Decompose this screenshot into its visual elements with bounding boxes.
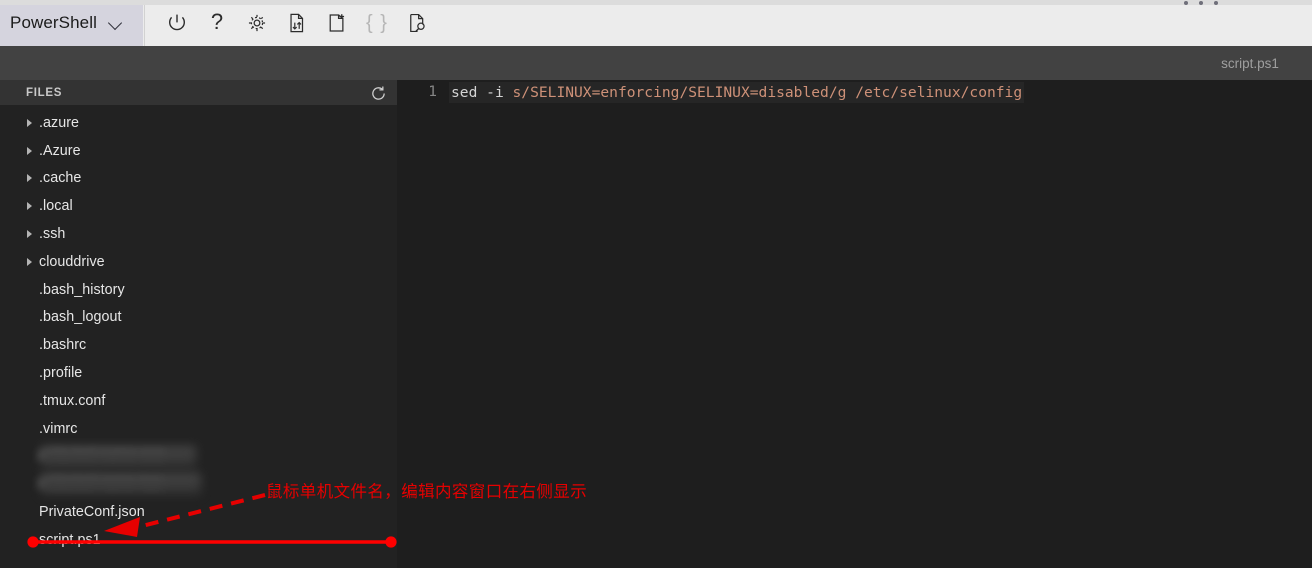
shell-editor-window: PowerShell ? {} script.ps1 FILES .azure… — [0, 0, 1312, 568]
line-number: 1 — [428, 84, 437, 100]
file-tree-item-label: .azure — [39, 114, 80, 131]
tab-label: script.ps1 — [1221, 55, 1279, 71]
braces-icon-glyph: { } — [366, 12, 388, 34]
toolbar-button-group: ? {} — [145, 0, 437, 46]
file-tree-item-label: .Azure — [39, 142, 81, 159]
chevron-right-icon[interactable] — [24, 144, 37, 157]
dot — [1184, 0, 1188, 5]
file-tree-item-label: .cache — [39, 170, 82, 187]
more-options-icon[interactable] — [1184, 0, 1218, 7]
chevron-right-icon[interactable] — [24, 116, 37, 129]
file-tree-item-label: PrivateConf.json — [39, 504, 145, 521]
help-icon[interactable]: ? — [197, 3, 237, 43]
power-icon[interactable] — [157, 3, 197, 43]
file-preview-icon[interactable] — [397, 3, 437, 43]
file-tree-item[interactable]: .Azure — [0, 137, 397, 165]
file-tree-item-label: .bash_history — [39, 281, 125, 298]
code-line: 1 sed -i s/SELINUX=enforcing/SELINUX=dis… — [397, 80, 1312, 105]
chevron-right-icon[interactable] — [24, 172, 37, 185]
help-icon-glyph: ? — [210, 9, 224, 34]
file-tree-item-label: .tmux.conf — [39, 392, 106, 409]
upload-download-file-icon[interactable] — [277, 3, 317, 43]
gear-icon[interactable] — [237, 3, 277, 43]
file-tree-item[interactable]: redacted-name-one — [0, 443, 397, 471]
shell-type-label: PowerShell — [10, 13, 97, 32]
code-token: s/SELINUX=enforcing/SELINUX=disabled/g — [512, 84, 856, 101]
code-token: /etc/selinux/config — [855, 84, 1023, 101]
file-tree-item[interactable]: clouddrive — [0, 248, 397, 276]
file-tree-item[interactable]: .vimrc — [0, 415, 397, 443]
dot — [1214, 0, 1218, 5]
file-tree-item-label: .profile — [39, 365, 83, 382]
toolbar: PowerShell ? {} — [0, 0, 1312, 46]
file-tree-item[interactable]: .bash_history — [0, 276, 397, 304]
code-token: -i — [486, 84, 513, 101]
window-top-strip — [0, 0, 1312, 5]
file-tree-item-label: .ssh — [39, 226, 66, 243]
new-file-icon[interactable] — [317, 3, 357, 43]
code-token: sed — [451, 84, 487, 101]
file-tree-item[interactable]: .azure — [0, 109, 397, 137]
chevron-right-icon[interactable] — [24, 228, 37, 241]
braces-icon[interactable]: { } — [357, 3, 397, 43]
file-tree-item[interactable]: script.ps1 — [0, 526, 397, 554]
file-tree-item[interactable]: .cache — [0, 165, 397, 193]
dot — [1199, 0, 1203, 5]
chevron-right-icon[interactable] — [24, 255, 37, 268]
editor-tab-bar: script.ps1 — [0, 46, 1312, 80]
file-tree-item-label: .bashrc — [39, 337, 87, 354]
code-line-text[interactable]: sed -i s/SELINUX=enforcing/SELINUX=disab… — [449, 82, 1025, 103]
file-tree-item[interactable]: PrivateConf.json — [0, 498, 397, 526]
file-tree-item-label: clouddrive — [39, 253, 105, 270]
annotation-note: 鼠标单机文件名，编辑内容窗口在右侧显示 — [266, 482, 588, 501]
file-tree-item-label: .bash_logout — [39, 309, 122, 326]
file-tree-item-label: redacted-name-two — [39, 476, 164, 493]
files-header-title: FILES — [26, 86, 63, 99]
file-tree-item[interactable]: .local — [0, 192, 397, 220]
file-tree-item[interactable]: .profile — [0, 359, 397, 387]
chevron-right-icon[interactable] — [24, 200, 37, 213]
refresh-icon[interactable] — [368, 83, 388, 103]
file-tree-item-label: redacted-name-one — [39, 448, 165, 465]
file-tree-item[interactable]: .ssh — [0, 220, 397, 248]
file-tree-item[interactable]: .bashrc — [0, 331, 397, 359]
file-tree-item[interactable]: .tmux.conf — [0, 387, 397, 415]
file-tree-item-label: script.ps1 — [39, 531, 101, 548]
shell-type-dropdown[interactable]: PowerShell — [0, 0, 143, 46]
files-header: FILES — [0, 80, 397, 105]
file-tree-item-label: .local — [39, 198, 73, 215]
file-tree-item[interactable]: .bash_logout — [0, 304, 397, 332]
tab-script-ps1[interactable]: script.ps1 — [1188, 46, 1312, 80]
chevron-down-icon — [108, 15, 124, 31]
file-tree-item-label: .vimrc — [39, 420, 78, 437]
